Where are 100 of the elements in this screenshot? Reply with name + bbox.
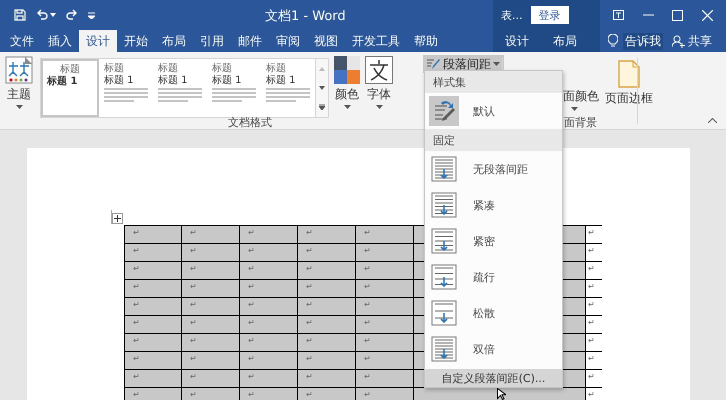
close-icon[interactable] [702, 10, 713, 20]
paragraph-mark: ↵ [133, 372, 140, 381]
menu-item[interactable]: 紧密 [425, 223, 562, 259]
paragraph-mark: ↵ [306, 318, 313, 327]
menu-item[interactable]: 松散 [425, 295, 562, 331]
style-thumbnail[interactable]: 标题 标题 1 [41, 59, 99, 117]
caret-up-icon [319, 66, 325, 71]
spacing-icon [431, 156, 457, 182]
menu-item[interactable]: 无段落间距 [425, 151, 562, 187]
paragraph-mark: ↵ [364, 300, 371, 309]
menu-item[interactable]: 紧凑 [425, 187, 562, 223]
spacing-icon [431, 264, 457, 290]
ribbon-tab[interactable]: 设计 [493, 30, 541, 52]
save-icon[interactable] [14, 9, 26, 21]
ribbon-options-icon[interactable] [613, 10, 624, 20]
context-label: 表... [501, 8, 522, 22]
ribbon-tab[interactable]: 开发工具 [345, 30, 407, 52]
paragraph-mark: ↵ [306, 282, 313, 291]
page-color-button[interactable]: 面颜色 [561, 56, 601, 111]
more-button[interactable] [316, 98, 328, 117]
caret-icon [376, 105, 382, 109]
paragraph-mark: ↵ [364, 282, 371, 291]
paragraph-mark: ↵ [133, 390, 140, 399]
paragraph-spacing-icon [427, 58, 441, 70]
paragraph-mark: ↵ [306, 246, 313, 255]
menu-item[interactable]: 疏行 [425, 259, 562, 295]
caret-icon [16, 105, 22, 109]
paragraph-mark: ↵ [133, 228, 140, 237]
paragraph-mark: ↵ [190, 300, 197, 309]
paragraph-mark: ↵ [306, 300, 313, 309]
menu-item[interactable]: 双倍 [425, 331, 562, 367]
paragraph-mark: ↵ [133, 318, 140, 327]
ribbon-tab[interactable]: 设计 [79, 30, 117, 52]
redo-icon[interactable] [66, 9, 78, 21]
lightbulb-icon[interactable] [608, 34, 618, 48]
paragraph-mark: ↵ [133, 300, 140, 309]
person-icon [672, 34, 685, 48]
paragraph-mark: ↵ [364, 336, 371, 345]
paragraph-mark: ↵ [248, 390, 255, 399]
ribbon-tab[interactable]: 引用 [193, 30, 231, 52]
tell-me-field[interactable]: 告诉我 [623, 32, 663, 50]
paragraph-mark: ↵ [133, 246, 140, 255]
paragraph-mark: ↵ [306, 372, 313, 381]
colors-button[interactable]: 颜色 [331, 52, 363, 129]
undo-icon[interactable] [36, 9, 48, 21]
spacing-icon [431, 336, 457, 362]
paragraph-mark: ↵ [306, 354, 313, 363]
font-icon [365, 56, 393, 84]
ribbon-tab[interactable]: 帮助 [407, 30, 445, 52]
ribbon-tab[interactable]: 布局 [541, 30, 589, 52]
ribbon-tab[interactable]: 插入 [41, 30, 79, 52]
group-label: 面背景 [564, 115, 597, 130]
paragraph-mark: ↵ [133, 336, 140, 345]
paragraph-mark: ↵ [190, 390, 197, 399]
maximize-icon[interactable] [672, 10, 684, 20]
table-move-handle-icon[interactable] [112, 213, 123, 224]
paragraph-mark: ↵ [190, 282, 197, 291]
caret-icon [571, 107, 578, 111]
page-icon [618, 60, 640, 88]
paragraph-mark: ↵ [364, 390, 371, 399]
menu-section-header: 样式集 [425, 71, 562, 93]
menu-item[interactable]: 默认 [425, 93, 562, 129]
minimize-icon[interactable] [642, 14, 654, 16]
menu-item[interactable]: 自定义段落间距(C)... [425, 369, 562, 387]
paragraph-mark: ↵ [133, 264, 140, 273]
customize-icon[interactable] [88, 12, 95, 18]
group-label: 文档格式 [228, 115, 272, 130]
paragraph-mark: ↵ [306, 390, 313, 399]
ribbon-tab[interactable]: 视图 [307, 30, 345, 52]
paragraph-mark: ↵ [248, 318, 255, 327]
paragraph-mark: ↵ [364, 264, 371, 273]
paragraph-mark: ↵ [588, 372, 595, 381]
paragraph-mark: ↵ [364, 228, 371, 237]
paragraph-mark: ↵ [248, 354, 255, 363]
fonts-button[interactable]: 字体 [363, 52, 395, 129]
caret-icon [319, 86, 325, 90]
ribbon-tab[interactable]: 开始 [117, 30, 155, 52]
ribbon-tab[interactable]: 布局 [155, 30, 193, 52]
paragraph-mark: ↵ [364, 354, 371, 363]
caret-icon [344, 105, 350, 109]
paragraph-mark: ↵ [190, 264, 197, 273]
ribbon-tab[interactable]: 审阅 [269, 30, 307, 52]
paragraph-mark: ↵ [588, 354, 595, 363]
paragraph-mark: ↵ [190, 336, 197, 345]
paragraph-mark: ↵ [588, 300, 595, 309]
paragraph-mark: ↵ [364, 372, 371, 381]
sign-in-button[interactable]: 登录 [530, 6, 568, 24]
caret-icon [493, 62, 500, 66]
paragraph-mark: ↵ [588, 246, 595, 255]
ribbon-tab[interactable]: 邮件 [231, 30, 269, 52]
ribbon-tab[interactable]: 文件 [3, 30, 41, 52]
collapse-ribbon-icon[interactable] [708, 118, 717, 123]
share-button[interactable]: 共享 [666, 30, 718, 52]
themes-button[interactable]: 主题 [0, 52, 38, 129]
paragraph-mark: ↵ [588, 228, 595, 237]
caret-icon[interactable] [50, 13, 56, 17]
paragraph-mark: ↵ [248, 282, 255, 291]
themes-icon [5, 56, 33, 84]
window-title: 文档1 - Word [265, 8, 346, 25]
spacing-icon [431, 300, 457, 326]
